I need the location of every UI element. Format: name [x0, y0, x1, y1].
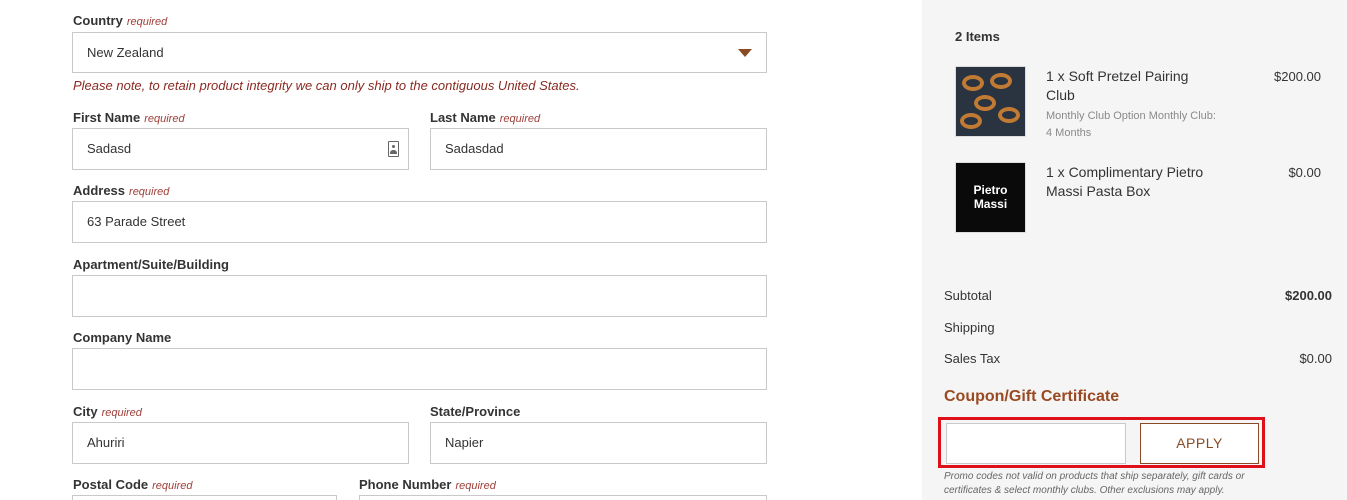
company-field[interactable]: [72, 348, 767, 390]
coupon-highlight-box: APPLY: [938, 417, 1265, 468]
shipping-label: Shipping: [944, 320, 995, 335]
state-field[interactable]: Napier: [430, 422, 767, 464]
subtotal-label: Subtotal: [944, 288, 992, 303]
company-label: Company Name: [73, 330, 172, 345]
phone-field[interactable]: [359, 495, 767, 500]
last-name-value: Sadasdad: [445, 141, 504, 156]
required-marker: required: [499, 113, 541, 125]
first-name-value: Sadasd: [87, 141, 132, 156]
address-label: Address required: [73, 183, 170, 198]
apartment-label: Apartment/Suite/Building: [73, 257, 229, 272]
pretzel-shape: [960, 113, 982, 129]
state-label: State/Province: [430, 404, 521, 419]
item-price: $0.00: [1288, 165, 1321, 180]
phone-label: Phone Number required: [359, 477, 496, 492]
chevron-down-icon: [738, 49, 752, 57]
country-select[interactable]: New Zealand: [72, 32, 767, 73]
item-name: 1 x Soft Pretzel Pairing Club: [1046, 68, 1189, 103]
items-count: 2 Items: [955, 29, 1000, 44]
coupon-input[interactable]: [946, 423, 1126, 464]
state-value: Napier: [445, 435, 484, 450]
country-label: Country required: [73, 13, 168, 28]
pretzel-product-icon: [955, 66, 1026, 137]
required-marker: required: [144, 113, 185, 125]
required-marker: required: [455, 480, 496, 492]
pretzel-shape: [990, 73, 1012, 89]
contact-card-icon[interactable]: [388, 141, 399, 157]
coupon-title: Coupon/Gift Certificate: [944, 388, 1120, 405]
order-summary-panel: 2 Items 1 x Soft Pretzel Pairing Club Mo…: [922, 0, 1347, 500]
required-marker: required: [129, 186, 170, 198]
postal-code-field[interactable]: [72, 495, 337, 500]
pretzel-shape: [998, 107, 1020, 123]
required-marker: required: [152, 480, 193, 492]
country-select-value: New Zealand: [87, 45, 164, 60]
apply-coupon-button[interactable]: APPLY: [1140, 423, 1259, 464]
pretzel-shape: [974, 95, 996, 111]
pasta-box-brand-text: Pietro Massi: [973, 183, 1008, 211]
pasta-box-product-icon: Pietro Massi: [955, 162, 1026, 233]
address-value: 63 Parade Street: [87, 214, 186, 229]
subtotal-value: $200.00: [1285, 288, 1332, 303]
sales-tax-label: Sales Tax: [944, 351, 1001, 366]
last-name-field[interactable]: Sadasdad: [430, 128, 767, 170]
promo-note: Promo codes not valid on products that s…: [944, 471, 1245, 496]
item-options: Monthly Club Option Monthly Club: 4 Mont…: [1046, 110, 1216, 139]
required-marker: required: [101, 407, 142, 419]
first-name-label: First Name required: [73, 110, 185, 125]
city-value: Ahuriri: [87, 435, 125, 450]
item-name: 1 x Complimentary Pietro Massi Pasta Box: [1046, 164, 1204, 199]
city-label: City required: [73, 404, 142, 419]
item-price: $200.00: [1274, 69, 1321, 84]
address-field[interactable]: 63 Parade Street: [72, 201, 767, 243]
apartment-field[interactable]: [72, 275, 767, 317]
first-name-field[interactable]: Sadasd: [72, 128, 409, 170]
last-name-label: Last Name required: [430, 110, 541, 125]
required-marker: required: [126, 16, 168, 28]
postal-code-label: Postal Code required: [73, 477, 193, 492]
sales-tax-value: $0.00: [1299, 351, 1332, 366]
shipping-notice: Please note, to retain product integrity…: [73, 78, 580, 93]
pretzel-shape: [962, 75, 984, 91]
city-field[interactable]: Ahuriri: [72, 422, 409, 464]
